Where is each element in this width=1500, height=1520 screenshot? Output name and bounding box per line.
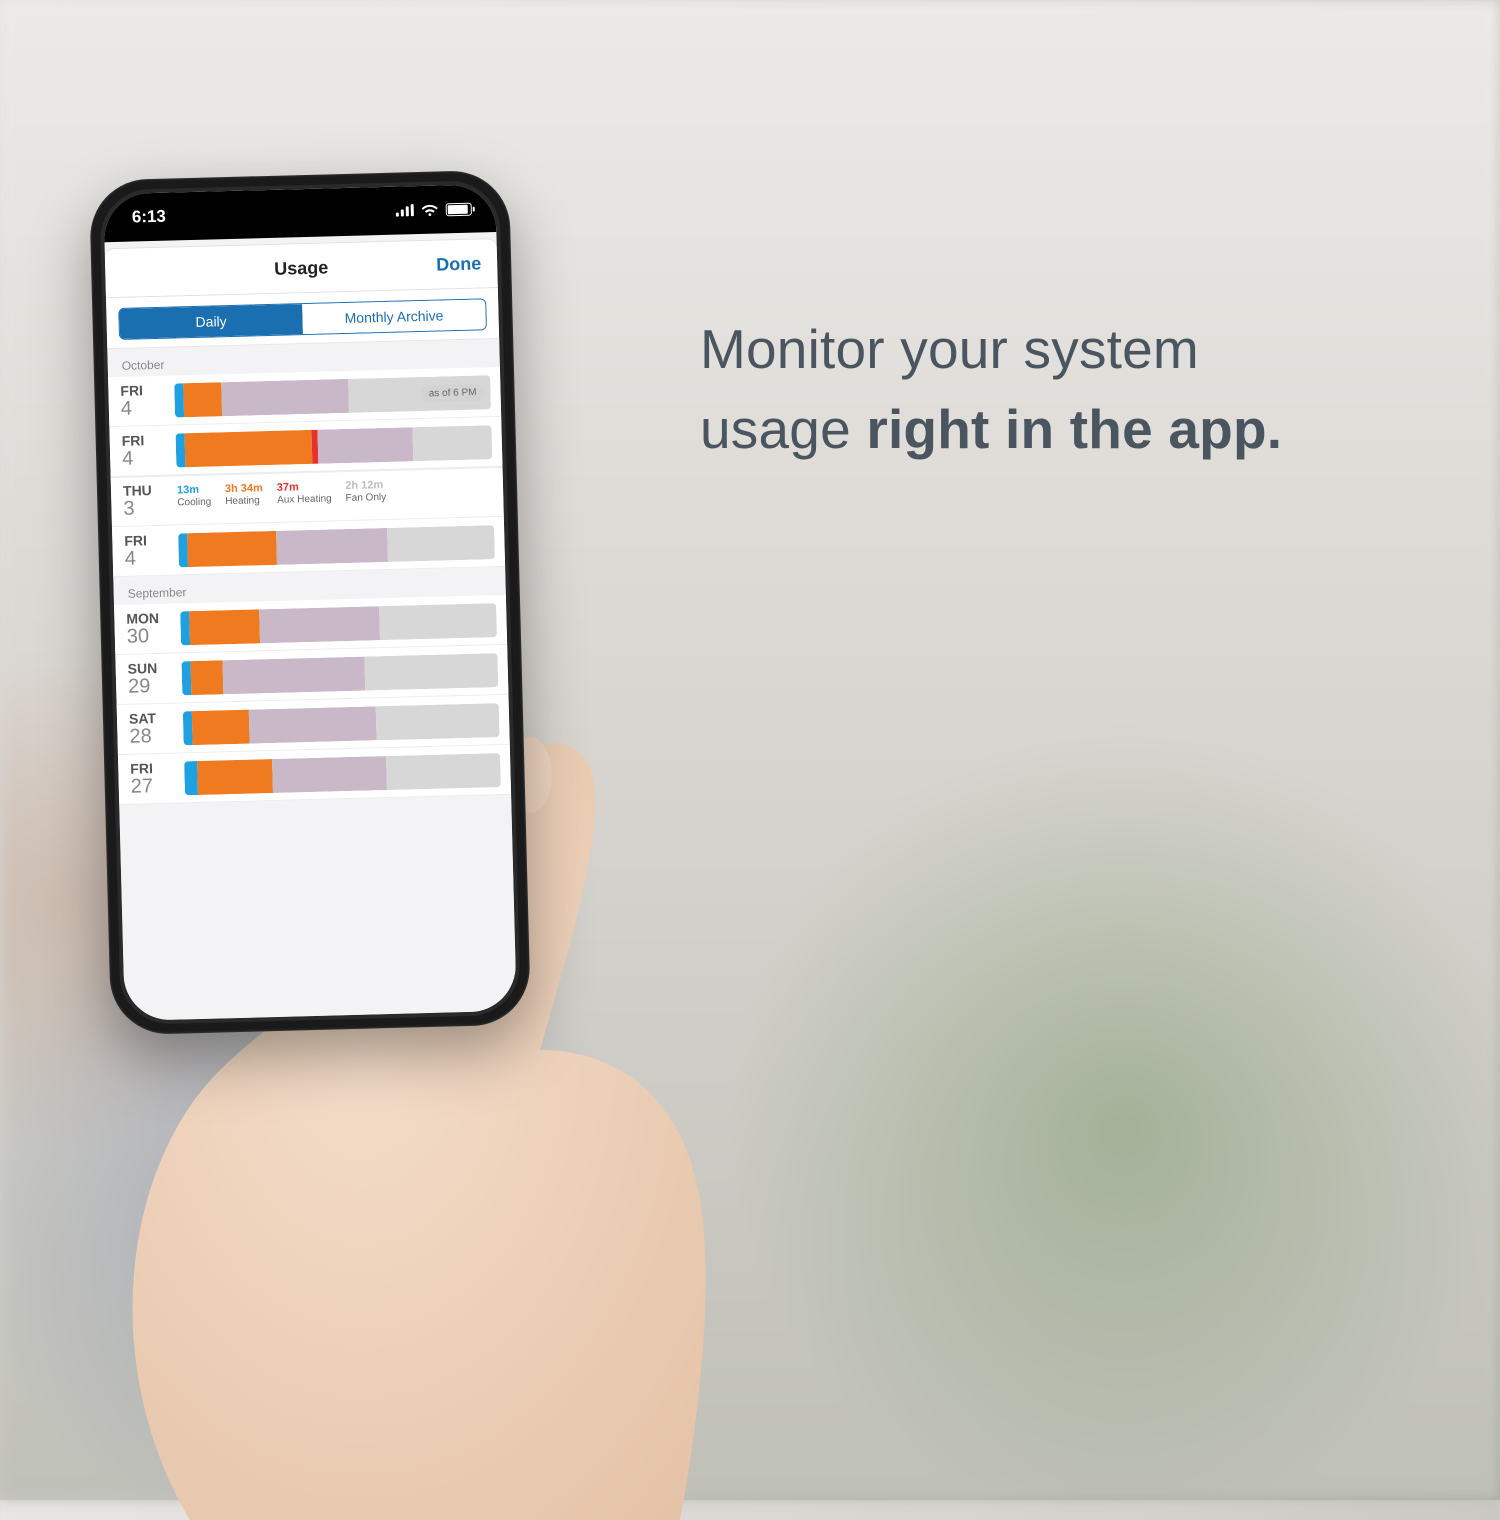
day-label: SUN29 bbox=[127, 660, 172, 697]
legend-item: 3h 34mHeating bbox=[225, 482, 264, 508]
marketing-copy: Monitor your system usage right in the a… bbox=[700, 310, 1282, 470]
bar-segment-fanonly bbox=[273, 756, 388, 793]
done-button[interactable]: Done bbox=[436, 253, 482, 275]
bar-segment-fanonly bbox=[318, 427, 414, 463]
day-label: MON30 bbox=[126, 610, 171, 647]
status-time: 6:13 bbox=[132, 207, 167, 228]
usage-bar bbox=[178, 525, 495, 567]
marketing-line2: usage right in the app. bbox=[700, 390, 1282, 470]
bar-segment-fanonly bbox=[223, 656, 366, 694]
phone-screen: 6:13 Usage Done Daily Monthly Archive bbox=[103, 184, 517, 1021]
signal-icon bbox=[396, 204, 414, 216]
wifi-icon bbox=[421, 203, 439, 216]
bar-segment-idle bbox=[386, 753, 501, 790]
usage-bar bbox=[183, 703, 500, 745]
bar-segment-heating bbox=[192, 709, 250, 744]
bar-segment-heating bbox=[190, 609, 260, 645]
day-label: FRI4 bbox=[120, 382, 165, 419]
bar-segment-idle bbox=[412, 425, 492, 461]
as-of-badge: as of 6 PM bbox=[421, 383, 485, 402]
day-label: FRI27 bbox=[130, 760, 175, 797]
bar-segment-heating bbox=[184, 382, 223, 417]
legend-item: 37mAux Heating bbox=[277, 480, 332, 507]
bar-segment-cooling bbox=[184, 761, 198, 795]
bar-segment-fanonly bbox=[259, 606, 380, 643]
bar-segment-idle bbox=[379, 603, 497, 640]
day-label: THU3 bbox=[123, 483, 168, 520]
usage-bar bbox=[181, 653, 498, 695]
usage-list[interactable]: OctoberFRI4as of 6 PMFRI4THU313mCooling3… bbox=[107, 339, 516, 1021]
battery-icon bbox=[446, 202, 472, 216]
usage-bar: as of 6 PM bbox=[174, 375, 491, 417]
bar-segment-heating bbox=[197, 759, 274, 795]
bar-segment-fanonly bbox=[222, 378, 349, 415]
day-label: FRI4 bbox=[124, 532, 169, 569]
bar-segment-fanonly bbox=[249, 706, 376, 743]
marketing-line1: Monitor your system bbox=[700, 310, 1282, 390]
usage-row[interactable]: FRI27 bbox=[118, 745, 511, 805]
bar-segment-fanonly bbox=[276, 527, 387, 564]
bar-segment-idle bbox=[375, 703, 499, 740]
phone-bezel: 6:13 Usage Done Daily Monthly Archive bbox=[99, 180, 521, 1025]
status-bar: 6:13 bbox=[103, 184, 496, 242]
bar-segment-heating bbox=[191, 660, 223, 695]
tab-daily[interactable]: Daily bbox=[119, 304, 303, 339]
phone-frame: 6:13 Usage Done Daily Monthly Archive bbox=[89, 170, 531, 1036]
day-label: SAT28 bbox=[129, 710, 174, 747]
legend-item: 13mCooling bbox=[177, 484, 212, 510]
bar-segment-heating bbox=[185, 429, 312, 466]
page-title: Usage bbox=[274, 257, 329, 279]
day-label: FRI4 bbox=[122, 432, 167, 469]
tab-monthly-archive[interactable]: Monthly Archive bbox=[302, 299, 486, 334]
usage-bar bbox=[180, 603, 497, 645]
bar-segment-idle bbox=[365, 653, 499, 690]
legend-item: 2h 12mFan Only bbox=[345, 479, 386, 505]
usage-bar bbox=[184, 753, 501, 795]
nav-bar: Usage Done bbox=[105, 238, 498, 298]
bar-segment-idle bbox=[387, 525, 495, 562]
usage-bar bbox=[176, 425, 493, 467]
status-icons bbox=[396, 202, 472, 217]
legend-items: 13mCooling 3h 34mHeating 37mAux Heating 2h … bbox=[177, 474, 494, 509]
bar-segment-heating bbox=[188, 530, 277, 566]
